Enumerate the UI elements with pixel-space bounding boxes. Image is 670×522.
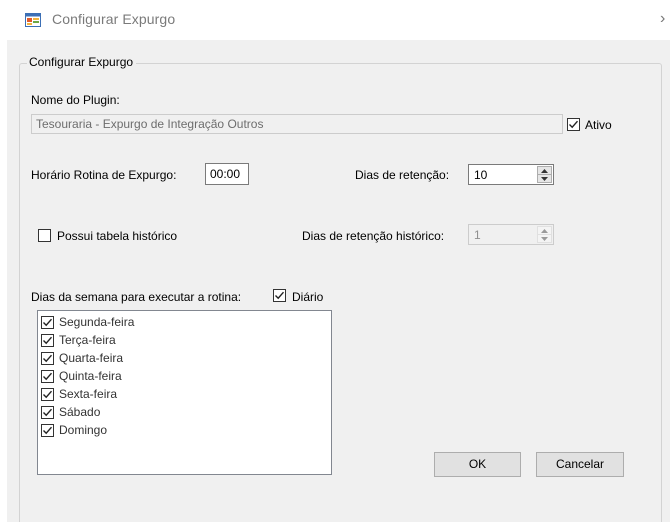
possui-historico-label: Possui tabela histórico [57,229,178,243]
cancel-button[interactable]: Cancelar [536,452,624,477]
weekday-list-item[interactable]: Sábado [41,404,321,422]
weekday-label: Segunda-feira [59,315,135,329]
weekday-list-item[interactable]: Quinta-feira [41,368,321,386]
checkmark-icon [43,390,53,399]
weekday-checkbox[interactable] [41,406,54,419]
weekday-checkbox[interactable] [41,370,54,383]
ativo-label: Ativo [585,118,612,132]
checkmark-icon [43,426,53,435]
window-title: Configurar Expurgo [52,11,176,27]
horario-label: Horário Rotina de Expurgo: [31,168,177,182]
spinner-buttons [537,166,552,183]
weekday-checkbox[interactable] [41,334,54,347]
dias-retencao-label: Dias de retenção: [355,168,450,182]
checkmark-icon [275,291,285,300]
weekday-label: Sexta-feira [59,387,118,401]
weekday-label: Terça-feira [59,333,116,347]
app-form-icon [25,12,41,28]
weekday-checkbox[interactable] [41,352,54,365]
weekday-list-item[interactable]: Domingo [41,422,321,440]
weekday-list-item[interactable]: Terça-feira [41,332,321,350]
weekday-label: Sábado [59,405,101,419]
checkmark-icon [569,120,579,129]
configurar-expurgo-window: Configurar Expurgo › Configurar Expurgo … [0,0,670,522]
weekday-label: Quarta-feira [59,351,124,365]
weekday-list-item[interactable]: Quarta-feira [41,350,321,368]
spinner-buttons [537,226,552,243]
groupbox-legend: Configurar Expurgo [27,55,137,69]
dias-retencao-historico-spinner[interactable]: 1 [468,224,554,245]
weekday-list-item[interactable]: Segunda-feira [41,314,321,332]
checkmark-icon [43,318,53,327]
checkmark-icon [43,336,53,345]
plugin-name-field[interactable]: Tesouraria - Expurgo de Integração Outro… [31,114,563,134]
weekday-list-item[interactable]: Sexta-feira [41,386,321,404]
close-icon[interactable]: › [660,10,670,28]
ativo-checkbox[interactable] [567,118,580,131]
dias-retencao-historico-value: 1 [474,228,481,242]
weekday-checkbox[interactable] [41,424,54,437]
possui-historico-checkbox[interactable] [38,229,51,242]
weekday-label: Domingo [59,423,108,437]
weekday-label: Quinta-feira [59,369,122,383]
dias-semana-label: Dias da semana para executar a rotina: [31,290,242,304]
dias-retencao-spinner[interactable]: 10 [468,164,554,185]
title-bar[interactable]: Configurar Expurgo › [0,0,670,40]
spin-down-icon[interactable] [537,174,552,183]
weekday-checkbox[interactable] [41,388,54,401]
plugin-name-label: Nome do Plugin: [31,93,120,107]
checkmark-icon [43,372,53,381]
checkmark-icon [43,354,53,363]
checkmark-icon [43,408,53,417]
dias-retencao-value: 10 [474,168,488,182]
diario-label: Diário [292,290,324,304]
weekday-checkbox[interactable] [41,316,54,329]
dialog-client-area: Configurar Expurgo Nome do Plugin: Tesou… [7,40,670,522]
diario-checkbox[interactable] [273,289,286,302]
horario-field[interactable]: 00:00 [205,163,249,185]
ok-button[interactable]: OK [434,452,521,477]
dias-retencao-historico-label: Dias de retenção histórico: [302,229,445,243]
dias-semana-listbox[interactable]: Segunda-feira Terça-feira Quarta-feira Quin… [37,310,332,475]
spin-down-icon[interactable] [537,234,552,243]
